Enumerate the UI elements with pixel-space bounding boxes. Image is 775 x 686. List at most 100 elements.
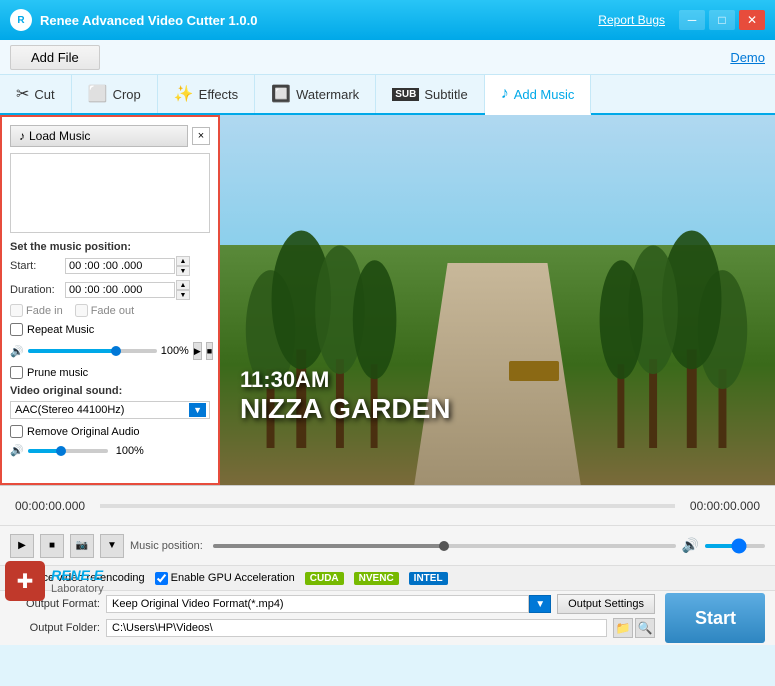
format-select-wrapper: Keep Original Video Format(*.mp4) ▼ xyxy=(106,595,551,613)
vol2-percent: 100% xyxy=(116,445,144,457)
fade-in-checkbox[interactable] xyxy=(10,304,23,317)
screenshot-dropdown[interactable]: ▼ xyxy=(100,534,124,558)
start-label: Start: xyxy=(10,260,65,272)
minimize-button[interactable]: ─ xyxy=(679,10,705,30)
tab-subtitle-label: Subtitle xyxy=(424,87,467,102)
music-position-slider[interactable] xyxy=(213,544,676,548)
logo-cross-icon: ✚ xyxy=(17,569,34,594)
duration-spinner: ▲ ▼ xyxy=(176,280,190,300)
duration-up[interactable]: ▲ xyxy=(176,280,190,290)
tab-add-music[interactable]: ♪ Add Music xyxy=(485,75,592,115)
prune-music-row: Prune music xyxy=(10,366,210,379)
tab-cut-label: Cut xyxy=(34,87,54,102)
tab-watermark-label: Watermark xyxy=(296,87,359,102)
maximize-button[interactable]: □ xyxy=(709,10,735,30)
vol2-icon: 🔊 xyxy=(10,444,24,457)
titlebar-controls: Report Bugs ─ □ ✕ xyxy=(598,10,765,30)
timeline-track[interactable] xyxy=(100,504,675,508)
start-time-input[interactable] xyxy=(65,258,175,274)
start-button[interactable]: Start xyxy=(665,593,765,643)
add-file-button[interactable]: Add File xyxy=(10,45,100,70)
demo-link[interactable]: Demo xyxy=(730,50,765,65)
video-panel: 11:30AM NIZZA GARDEN xyxy=(220,115,775,485)
vol2-slider[interactable] xyxy=(28,449,108,453)
tab-crop[interactable]: ⬜ Crop xyxy=(72,75,158,113)
timeline-bar: 00:00:00.000 00:00:00.000 xyxy=(0,485,775,525)
tab-add-music-label: Add Music xyxy=(514,87,575,102)
controls-bar: ▶ ■ 📷 ▼ Music position: 🔊 xyxy=(0,525,775,565)
remove-audio-label: Remove Original Audio xyxy=(27,426,140,438)
volume-slider[interactable] xyxy=(28,349,157,353)
format-select[interactable]: Keep Original Video Format(*.mp4) xyxy=(106,595,529,613)
music-position-label: Music position: xyxy=(130,540,203,552)
tab-effects-label: Effects xyxy=(199,87,239,102)
titlebar: R Renee Advanced Video Cutter 1.0.0 Repo… xyxy=(0,0,775,40)
repeat-music-checkbox[interactable] xyxy=(10,323,23,336)
gpu-accel-checkbox[interactable] xyxy=(155,572,168,585)
main-stop-button[interactable]: ■ xyxy=(40,534,64,558)
cuda-badge: CUDA xyxy=(305,572,344,585)
start-time-spinner: ▲ ▼ xyxy=(176,256,190,276)
output-fields: Output Format: Keep Original Video Forma… xyxy=(10,594,655,642)
search-folder-button[interactable]: 🔍 xyxy=(635,618,655,638)
audio-format-select[interactable]: AAC(Stereo 44100Hz) xyxy=(10,401,210,419)
tab-watermark[interactable]: 🔲 Watermark xyxy=(255,75,376,113)
screenshot-button[interactable]: 📷 xyxy=(70,534,94,558)
close-button[interactable]: ✕ xyxy=(739,10,765,30)
audio-format-wrapper: AAC(Stereo 44100Hz) xyxy=(10,400,210,419)
duration-label: Duration: xyxy=(10,284,65,296)
stop-button[interactable]: ■ xyxy=(206,342,213,360)
fade-in-option[interactable]: Fade in xyxy=(10,304,63,317)
remove-audio-checkbox[interactable] xyxy=(10,425,23,438)
format-dropdown-btn[interactable]: ▼ xyxy=(529,595,551,613)
video-location-text: NIZZA GARDEN xyxy=(240,393,451,425)
tab-effects[interactable]: ✨ Effects xyxy=(158,75,255,113)
fade-out-checkbox[interactable] xyxy=(75,304,88,317)
app-logo: R xyxy=(10,9,32,31)
left-panel: ♪ Load Music × Set the music position: S… xyxy=(0,115,220,485)
folder-path-input[interactable] xyxy=(106,619,607,637)
subtitle-icon: SUB xyxy=(392,88,419,101)
app-title: Renee Advanced Video Cutter 1.0.0 xyxy=(40,13,257,28)
gpu-accel-label: Enable GPU Acceleration xyxy=(171,572,295,584)
gpu-accel-option[interactable]: Enable GPU Acceleration xyxy=(155,572,295,585)
output-bar: Output Format: Keep Original Video Forma… xyxy=(0,590,775,645)
fade-out-option[interactable]: Fade out xyxy=(75,304,134,317)
main-volume-slider[interactable] xyxy=(705,544,765,548)
crop-icon: ⬜ xyxy=(88,84,108,104)
effects-icon: ✨ xyxy=(174,84,194,104)
video-sound-label: Video original sound: xyxy=(10,385,210,397)
play-button[interactable]: ▶ xyxy=(193,342,202,360)
music-note-icon: ♪ xyxy=(19,129,25,143)
fade-in-label: Fade in xyxy=(26,305,63,317)
intel-badge: INTEL xyxy=(409,572,448,585)
nvenc-badge: NVENC xyxy=(354,572,399,585)
report-bugs-link[interactable]: Report Bugs xyxy=(598,13,665,27)
timeline-right-time: 00:00:00.000 xyxy=(690,499,760,513)
folder-label: Output Folder: xyxy=(10,622,100,634)
set-position-label: Set the music position: xyxy=(10,241,210,253)
output-settings-button[interactable]: Output Settings xyxy=(557,594,655,614)
repeat-music-label: Repeat Music xyxy=(27,324,94,336)
main-play-button[interactable]: ▶ xyxy=(10,534,34,558)
prune-music-checkbox[interactable] xyxy=(10,366,23,379)
open-folder-button[interactable]: 📁 xyxy=(613,618,633,638)
repeat-music-row: Repeat Music xyxy=(10,323,210,336)
folder-icons: 📁 🔍 xyxy=(613,618,655,638)
fade-options: Fade in Fade out xyxy=(10,304,210,317)
prune-music-label: Prune music xyxy=(27,367,88,379)
cut-icon: ✂ xyxy=(16,84,29,104)
start-time-up[interactable]: ▲ xyxy=(176,256,190,266)
add-music-icon: ♪ xyxy=(501,85,509,103)
video-text-overlay: 11:30AM NIZZA GARDEN xyxy=(240,367,451,425)
duration-down[interactable]: ▼ xyxy=(176,290,190,300)
volume-ctrl-icon: 🔊 xyxy=(682,537,699,554)
tab-subtitle[interactable]: SUB Subtitle xyxy=(376,75,485,113)
vol-row2: 🔊 100% xyxy=(10,444,210,457)
logo-area: ✚ RENE.E Laboratory xyxy=(5,561,104,601)
tab-cut[interactable]: ✂ Cut xyxy=(0,75,72,113)
load-music-button[interactable]: ♪ Load Music xyxy=(10,125,188,147)
close-panel-button[interactable]: × xyxy=(192,127,210,145)
duration-input[interactable] xyxy=(65,282,175,298)
start-time-down[interactable]: ▼ xyxy=(176,266,190,276)
